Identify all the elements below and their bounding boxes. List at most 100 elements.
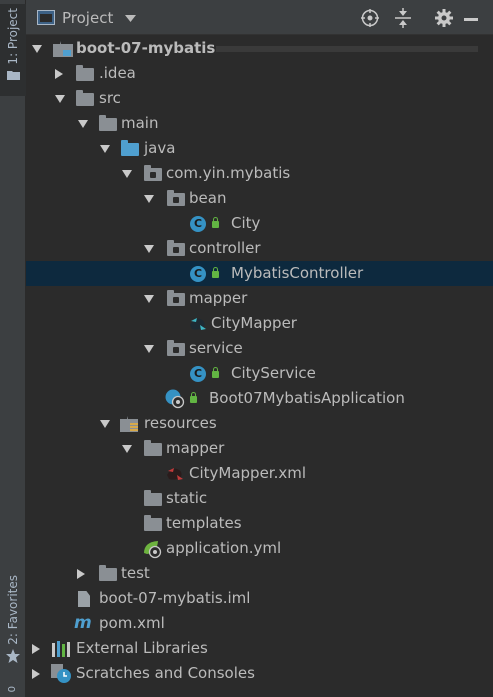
project-window-icon <box>37 10 55 25</box>
chevron-right-icon[interactable] <box>55 69 63 79</box>
package-icon <box>167 190 185 206</box>
tree-node-iml-file[interactable]: boot-07-mybatis.iml <box>26 586 493 611</box>
tree-node-bean[interactable]: bean <box>26 186 493 211</box>
tree-node-mapper-package[interactable]: mapper <box>26 286 493 311</box>
chevron-down-icon[interactable] <box>144 195 154 203</box>
lock-icon <box>212 367 219 378</box>
tree-node-application-class[interactable]: Boot07MybatisApplication <box>26 386 493 411</box>
tree-label: service <box>189 339 243 357</box>
package-icon <box>167 290 185 306</box>
locate-icon[interactable] <box>361 9 379 27</box>
project-panel-header: Project <box>26 0 493 35</box>
tree-node-mybatis-controller[interactable]: C MybatisController <box>26 261 493 286</box>
spring-yml-icon <box>144 541 162 559</box>
tree-node-service[interactable]: service <box>26 336 493 361</box>
source-folder-icon <box>121 140 139 156</box>
chevron-down-icon[interactable] <box>32 45 42 53</box>
tree-node-city-service[interactable]: C CityService <box>26 361 493 386</box>
tree-label: MybatisController <box>231 264 364 282</box>
chevron-down-icon[interactable] <box>100 420 110 428</box>
tree-node-resources[interactable]: resources <box>26 411 493 436</box>
folder-icon <box>144 490 162 506</box>
tree-node-mapper-folder[interactable]: mapper <box>26 436 493 461</box>
tree-node-city[interactable]: C City <box>26 211 493 236</box>
tree-node-main[interactable]: main <box>26 111 493 136</box>
folder-small-icon <box>6 70 20 80</box>
tree-node-pom[interactable]: m pom.xml <box>26 611 493 636</box>
tree-node-application-yml[interactable]: application.yml <box>26 536 493 561</box>
tree-node-package-root[interactable]: com.yin.mybatis <box>26 161 493 186</box>
tree-node-src[interactable]: src <box>26 86 493 111</box>
tree-node-java[interactable]: java <box>26 136 493 161</box>
tree-label: com.yin.mybatis <box>166 164 291 182</box>
collapse-all-icon[interactable] <box>395 8 411 28</box>
tree-node-scratches[interactable]: Scratches and Consoles <box>26 661 493 686</box>
tree-label: Boot07MybatisApplication <box>209 389 405 407</box>
chevron-down-icon[interactable] <box>55 95 65 103</box>
tree-label: static <box>166 489 208 507</box>
tree-label: controller <box>189 239 261 257</box>
scratches-icon <box>51 664 71 683</box>
star-icon <box>6 648 20 663</box>
tree-label: templates <box>166 514 242 532</box>
chevron-down-icon[interactable] <box>78 120 88 128</box>
package-icon <box>144 165 162 181</box>
class-icon: C <box>190 366 206 382</box>
tree-label: java <box>144 139 176 157</box>
libraries-icon <box>52 641 70 657</box>
tree-label: resources <box>144 414 217 432</box>
chevron-right-icon[interactable] <box>32 644 40 654</box>
tree-label: main <box>121 114 159 132</box>
tree-node-controller[interactable]: controller <box>26 236 493 261</box>
tree-node-static[interactable]: static <box>26 486 493 511</box>
chevron-down-icon[interactable] <box>144 245 154 253</box>
chevron-right-icon[interactable] <box>32 669 40 679</box>
chevron-right-icon[interactable] <box>77 569 85 579</box>
tree-node-external-libraries[interactable]: External Libraries <box>26 636 493 661</box>
folder-icon <box>144 515 162 531</box>
tree-node-city-mapper-xml[interactable]: CityMapper.xml <box>26 461 493 486</box>
tree-node-test[interactable]: test <box>26 561 493 586</box>
tree-label: application.yml <box>166 539 282 557</box>
tree-node-templates[interactable]: templates <box>26 511 493 536</box>
tree-label: test <box>121 564 150 582</box>
lock-icon <box>190 392 197 403</box>
chevron-down-icon[interactable] <box>144 345 154 353</box>
folder-icon <box>76 65 94 81</box>
favorites-tool-tab-label: 2: Favorites <box>6 575 20 645</box>
tree-node-project-root[interactable]: boot-07-mybatis <box>26 36 493 61</box>
module-folder-icon <box>53 41 73 57</box>
project-tool-tab-label: 1: Project <box>6 8 20 65</box>
tree-label: boot-07-mybatis <box>76 39 216 57</box>
chevron-down-icon[interactable] <box>125 15 136 22</box>
gear-icon[interactable] <box>435 9 453 27</box>
tree-label: pom.xml <box>99 614 165 632</box>
package-icon <box>167 240 185 256</box>
tree-label: Scratches and Consoles <box>76 664 255 682</box>
chevron-down-icon[interactable] <box>122 445 132 453</box>
lock-icon <box>212 267 219 278</box>
tree-label: mapper <box>189 289 248 307</box>
tree-node-idea[interactable]: .idea <box>26 61 493 86</box>
minimize-icon[interactable] <box>464 18 478 22</box>
maven-icon: m <box>74 613 92 633</box>
chevron-down-icon[interactable] <box>122 170 132 178</box>
tree-label: src <box>99 89 121 107</box>
project-tool-tab[interactable]: 1: Project <box>0 4 26 96</box>
spring-boot-class-icon <box>165 389 185 409</box>
favorites-tool-tab[interactable]: 2: Favorites <box>0 575 26 667</box>
blurred-path <box>216 46 478 52</box>
tree-node-city-mapper[interactable]: CityMapper <box>26 311 493 336</box>
project-tree: boot-07-mybatis .idea src main java com.… <box>26 35 493 697</box>
tool-window-strip: 1: Project 2: Favorites 0 <box>0 0 26 697</box>
tree-label: External Libraries <box>76 639 208 657</box>
resources-folder-icon <box>120 416 138 432</box>
chevron-down-icon[interactable] <box>144 295 154 303</box>
bottom-tool-tab[interactable]: 0 <box>7 686 18 692</box>
iml-file-icon <box>78 591 90 607</box>
package-icon <box>167 340 185 356</box>
folder-icon <box>99 565 117 581</box>
chevron-down-icon[interactable] <box>100 145 110 153</box>
panel-title: Project <box>62 9 114 27</box>
tree-label: CityMapper.xml <box>189 464 307 482</box>
